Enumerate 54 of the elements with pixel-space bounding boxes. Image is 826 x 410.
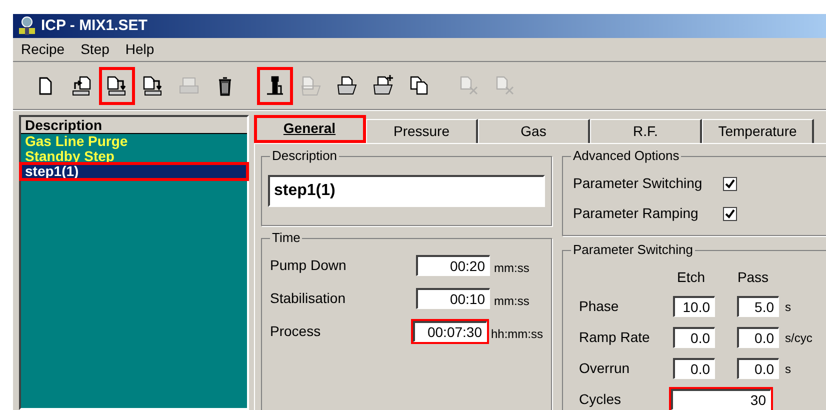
group-title: Advanced Options [571,148,682,164]
unit-label: mm:ss [494,292,530,310]
field-label: Cycles [579,390,622,409]
field-label: Process [270,322,322,341]
toolbar-button[interactable] [99,66,135,104]
column-label: Pass [736,268,770,287]
menu-item[interactable]: Help [125,39,154,60]
list-row[interactable]: Gas Line Purge [21,134,247,149]
document-list-icon [299,74,323,98]
field-label: Pump Down [270,256,348,275]
unit-label: mm:ss [494,260,530,276]
column-label: Etch [676,268,706,287]
unit-label: hh:mm:ss [490,326,543,342]
number-field[interactable]: 00:10 [416,288,490,309]
option-label: Parameter Ramping [573,204,700,223]
checkbox[interactable] [723,176,737,190]
toolbar-button[interactable] [257,66,293,104]
tab[interactable]: Temperature [702,119,814,143]
unit-label: s [785,360,791,378]
number-field[interactable]: 30 [671,389,771,410]
tab[interactable]: Pressure [366,119,478,143]
field-label: Stabilisation [270,289,346,308]
folder-document-icon [335,74,359,98]
number-field[interactable]: 00:07:30 [412,321,487,342]
check-icon [725,178,735,188]
number-field[interactable]: 0.0 [737,358,779,379]
number-field[interactable]: 5.0 [737,296,779,317]
list-row[interactable]: Standby Step [21,149,247,164]
app-icon [17,16,37,36]
group-title: Parameter Switching [571,242,695,258]
number-field[interactable]: 10.0 [673,296,715,317]
tab[interactable]: R.F. [590,119,702,143]
list-row[interactable]: step1(1) [21,164,247,179]
tab[interactable]: General [254,115,366,143]
check-icon [725,208,735,218]
description-field[interactable]: step1(1) [268,175,545,207]
group-title: Description [270,148,340,164]
number-field[interactable]: 0.0 [673,327,715,348]
number-field[interactable]: 0.0 [737,327,779,348]
number-field[interactable]: 0.0 [673,358,715,379]
menu-item[interactable]: Recipe [21,39,65,60]
field-label: Phase [579,297,620,316]
field-label: Ramp Rate [579,328,651,347]
column-header: Description [21,117,247,134]
field-label: Overrun [579,359,631,378]
menu-item[interactable]: Step [80,39,110,60]
number-field[interactable]: 00:20 [416,255,490,276]
tab[interactable]: Gas [478,119,590,143]
option-label: Parameter Switching [573,174,704,193]
unit-label: s/cyc [785,330,812,346]
window-title: ICP - MIX1.SET [41,16,148,36]
folder-add-icon [371,74,395,98]
unit-label: s [785,298,791,316]
checkbox[interactable] [723,206,737,220]
